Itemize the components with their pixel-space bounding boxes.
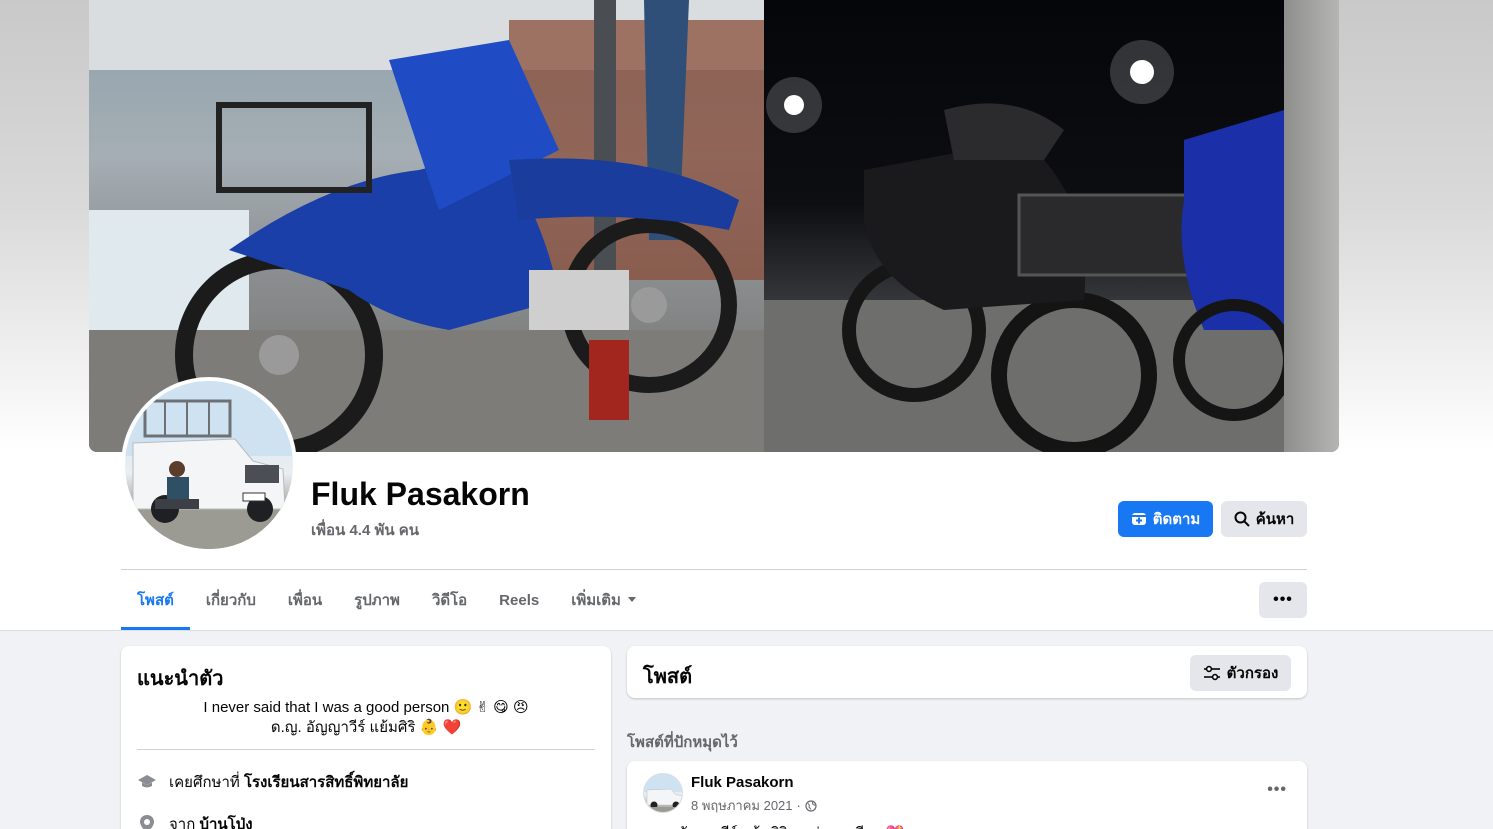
intro-hometown-row: จาก บ้านโป่ง <box>137 812 253 829</box>
post-text: ด.ญ. อัญญาวีร์ แย้มศิริ ลูกพ่อคนเดียว 💖 <box>643 821 904 829</box>
intro-title: แนะนำตัว <box>137 668 224 690</box>
tab-friends-label: เพื่อน <box>287 592 323 609</box>
tab-about[interactable]: เกี่ยวกับ <box>190 570 272 630</box>
filter-button[interactable]: ตัวกรอง <box>1190 655 1291 691</box>
caret-down-icon <box>627 597 637 603</box>
profile-tabs: โพสต์ เกี่ยวกับ เพื่อน รูปภาพ วิดีโอ Ree… <box>121 570 653 630</box>
search-button-label: ค้นหา <box>1255 511 1295 528</box>
location-pin-icon <box>137 814 157 829</box>
post-avatar-truck-illustration <box>644 774 682 812</box>
bio-divider <box>137 749 595 750</box>
cover-photo-right-panel <box>764 0 1284 452</box>
pinned-posts-label: โพสต์ที่ปักหมุดไว้ <box>627 734 738 751</box>
cover-photo-edge <box>1284 0 1339 452</box>
post-date[interactable]: 8 พฤษภาคม 2021 <box>691 795 793 816</box>
friends-count[interactable]: เพื่อน 4.4 พัน คน <box>311 518 419 542</box>
hometown-prefix: จาก <box>169 816 196 829</box>
tab-reels-label: Reels <box>499 591 540 609</box>
cover-photo[interactable] <box>89 0 1339 452</box>
tab-posts[interactable]: โพสต์ <box>121 570 190 630</box>
tab-more[interactable]: เพิ่มเติม <box>555 570 653 630</box>
tab-posts-label: โพสต์ <box>137 592 174 609</box>
profile-header: Fluk Pasakorn เพื่อน 4.4 พัน คน ติดตาม ค… <box>0 0 1493 631</box>
profile-name: Fluk Pasakorn <box>311 476 530 512</box>
graduation-cap-icon <box>137 772 157 792</box>
hometown-link[interactable]: บ้านโป่ง <box>199 816 252 829</box>
education-prefix: เคยศึกษาที่ <box>169 774 240 791</box>
avatar-photo <box>125 381 293 549</box>
black-motorbike-illustration <box>764 40 1284 452</box>
tab-about-label: เกี่ยวกับ <box>205 592 256 609</box>
meta-separator: · <box>796 798 801 813</box>
more-options-button[interactable]: ••• <box>1259 582 1307 618</box>
tab-friends[interactable]: เพื่อน <box>272 570 338 630</box>
post-author-name[interactable]: Fluk Pasakorn <box>691 774 794 791</box>
tab-reels[interactable]: Reels <box>483 570 555 630</box>
search-icon <box>1234 511 1250 527</box>
intro-card: แนะนำตัว I never said that I was a good … <box>121 646 611 829</box>
tab-more-label: เพิ่มเติม <box>571 592 621 609</box>
tab-videos-label: วิดีโอ <box>431 592 468 609</box>
tab-videos[interactable]: วิดีโอ <box>416 570 483 630</box>
posts-title: โพสต์ <box>643 666 693 688</box>
globe-icon <box>805 799 817 812</box>
tab-photos-label: รูปภาพ <box>354 592 400 609</box>
filter-button-label: ตัวกรอง <box>1226 665 1279 682</box>
post-options-button[interactable]: ••• <box>1267 781 1287 799</box>
posts-header-card: โพสต์ ตัวกรอง <box>627 646 1307 698</box>
more-options-icon: ••• <box>1273 591 1293 608</box>
pinned-post-card: Fluk Pasakorn 8 พฤษภาคม 2021 · ••• ด.ญ. … <box>627 761 1307 829</box>
follow-icon <box>1131 511 1147 527</box>
tab-photos[interactable]: รูปภาพ <box>338 570 416 630</box>
bio-line-2: ด.ญ. อัญญาวีร์ แย้มศิริ 👶 ❤️ <box>270 719 462 736</box>
bio-line-1: I never said that I was a good person 🙂 … <box>203 699 529 716</box>
post-meta: 8 พฤษภาคม 2021 · <box>691 795 817 816</box>
bio-text: I never said that I was a good person 🙂 … <box>137 698 595 738</box>
profile-avatar[interactable] <box>121 377 297 553</box>
post-options-icon: ••• <box>1267 781 1287 798</box>
follow-button[interactable]: ติดตาม <box>1118 501 1213 537</box>
filter-sliders-icon <box>1203 665 1221 681</box>
intro-education-row: เคยศึกษาที่ โรงเรียนสารสิทธิ์พิทยาลัย <box>137 770 408 794</box>
follow-button-label: ติดตาม <box>1152 511 1201 528</box>
avatar-truck-illustration <box>125 381 293 549</box>
education-school-link[interactable]: โรงเรียนสารสิทธิ์พิทยาลัย <box>244 774 408 791</box>
post-author-avatar[interactable] <box>643 773 683 813</box>
search-button[interactable]: ค้นหา <box>1221 501 1307 537</box>
